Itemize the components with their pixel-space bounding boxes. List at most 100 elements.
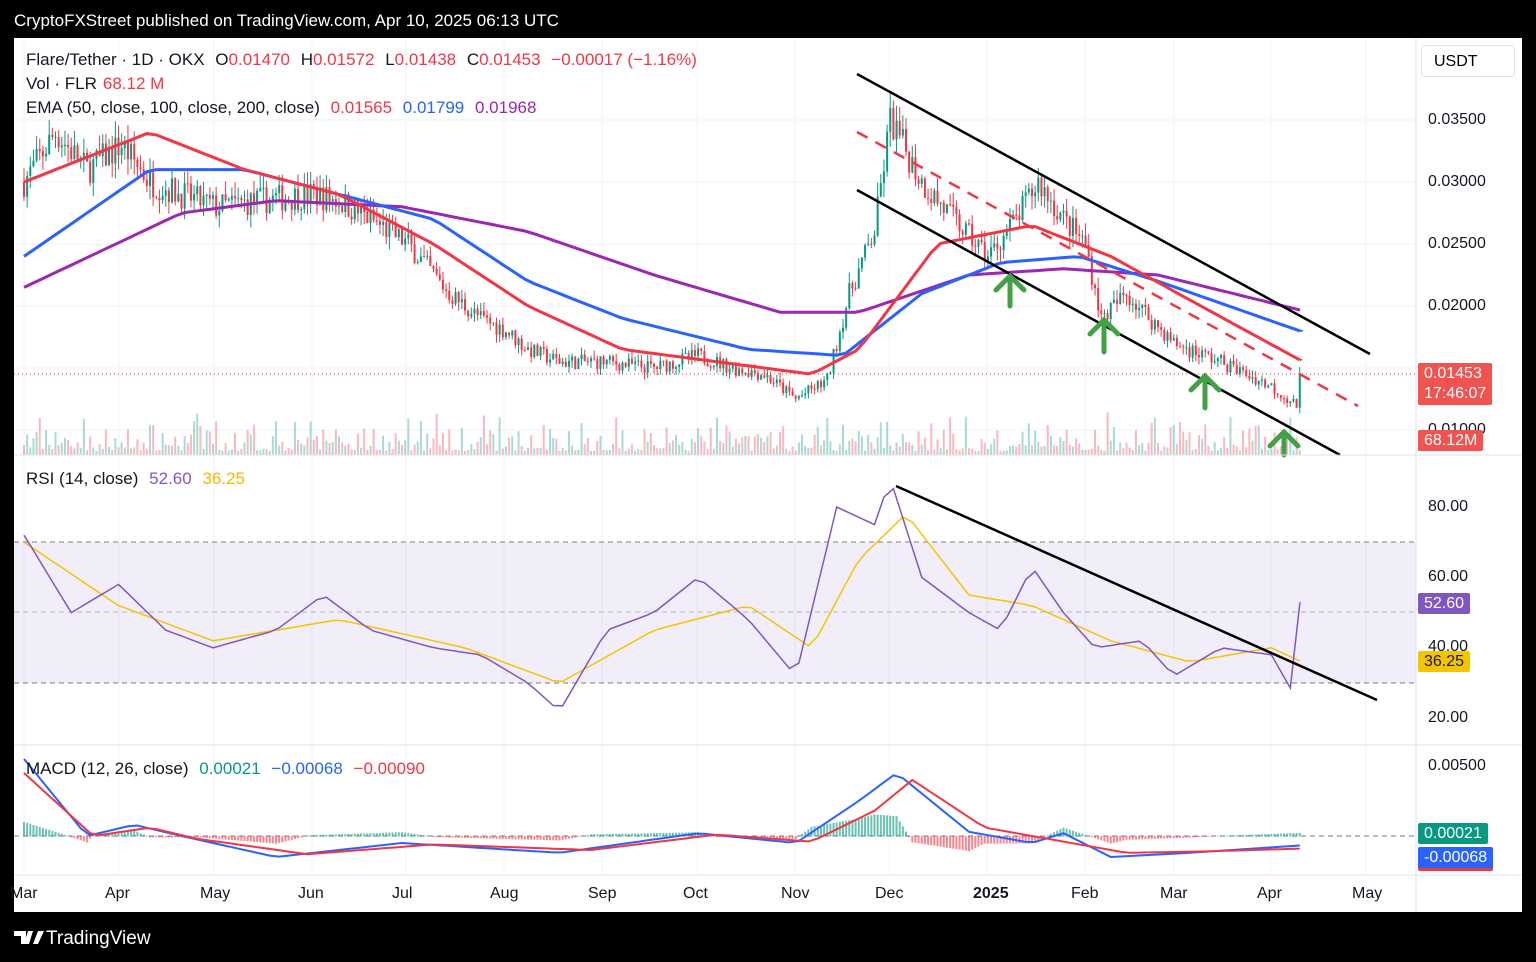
candle-body [779,379,781,383]
macd-histogram-bar [243,836,246,842]
macd-histogram-bar [901,826,904,837]
volume-bar [315,435,318,455]
candle-body [1071,217,1074,237]
volume-tag: 68.12M [1418,430,1484,451]
volume-bar [271,436,274,455]
macd-histogram-bar [1232,835,1235,837]
macd-histogram-bar [618,833,621,837]
volume-bar [879,422,882,455]
macd-histogram-bar [845,820,848,837]
volume-bar [287,447,290,455]
symbol-name[interactable]: Flare/Tether · 1D · OKX [26,50,205,69]
candle-body [234,195,237,199]
candle-body [1248,375,1251,379]
time-tick: Apr [1257,885,1282,902]
volume-bar [388,441,391,455]
candle-body [57,136,60,148]
volume-bar [243,442,246,455]
volume-bar [202,449,205,455]
macd-histogram-bar [174,836,177,838]
tradingview-brand[interactable]: TradingView [46,928,151,950]
grid [14,38,1416,875]
candle-body [501,324,504,338]
candle-body [419,256,422,263]
volume-bar [218,449,221,455]
candle-body [29,166,32,177]
macd-histogram-bar [218,836,221,840]
candle-body [731,365,734,369]
volume-bar [835,450,838,455]
volume-bar [142,442,145,455]
candle-body [470,313,473,317]
macd-histogram-bar [1248,834,1251,837]
macd-histogram-bar [797,836,800,837]
volume-bar [1248,428,1251,455]
volume-bar [123,447,126,455]
volume-bar [763,441,766,455]
candle-body [1238,367,1241,374]
price-change: −0.00017 (−1.16%) [551,50,697,69]
macd-histogram-bar [1185,836,1188,838]
volume-bar [312,439,315,455]
macd-histogram-bar [164,836,167,838]
symbol-legend: Flare/Tether · 1D · OKX O0.01470 H0.0157… [26,50,697,69]
candle-body [536,344,539,356]
volume-bar [89,436,92,455]
macd-histogram-bar [1182,836,1185,838]
candle-body [898,120,901,136]
candle-body [693,350,696,356]
macd-histogram-bar [596,834,599,837]
candle-body [1065,210,1068,217]
volume-bar [48,444,51,455]
volume-bar [873,448,876,455]
candle-body [385,222,388,237]
candle-body [1122,292,1125,296]
candle-body [741,368,744,374]
volume-bar [1065,430,1068,455]
currency-selector[interactable]: USDT [1421,45,1515,77]
macd-histogram-bar [356,833,359,837]
candle-body [879,183,882,197]
candle-body [561,361,564,364]
candle-body [1075,217,1078,234]
candle-body [1172,337,1175,341]
macd-histogram-bar [158,836,161,838]
candle-body [804,393,807,396]
volume-bar [347,443,350,455]
macd-histogram-bar [621,833,624,837]
volume-bar [974,450,977,455]
volume-bar [552,437,555,455]
volume-bar [35,432,38,455]
macd-histogram-bar [259,836,262,843]
macd-histogram-bar [237,836,240,841]
candle-body [382,222,385,226]
macd-histogram-bar [1005,836,1008,844]
volume-bar [240,448,243,455]
candle-body [199,186,202,206]
volume-bar [851,438,854,455]
macd-histogram-bar [256,836,259,843]
macd-histogram-bar [1207,836,1210,837]
volume-bar [964,416,967,455]
volume-bar [627,448,630,455]
candle-body [212,195,214,199]
macd-histogram-bar [980,836,983,846]
volume-bar [470,443,473,455]
volume-bar [898,446,901,455]
candle-body [520,338,523,350]
macd-histogram-bar [1194,836,1197,838]
macd-histogram-bar [142,834,145,837]
candle-body [145,179,148,186]
macd-tag: -0.00068 [1418,847,1494,871]
volume-bar [1119,442,1122,455]
candle-body [615,361,618,365]
volume-bar [51,449,54,455]
macd-histogram-bar [382,832,385,837]
macd-histogram-bar [76,836,79,840]
candle-body [1235,364,1238,374]
macd-histogram-bar [649,833,652,837]
candle-body [797,396,800,399]
macd-histogram-bar [445,836,448,838]
macd-histogram-bar [82,836,85,842]
macd-histogram-bar [394,832,397,837]
